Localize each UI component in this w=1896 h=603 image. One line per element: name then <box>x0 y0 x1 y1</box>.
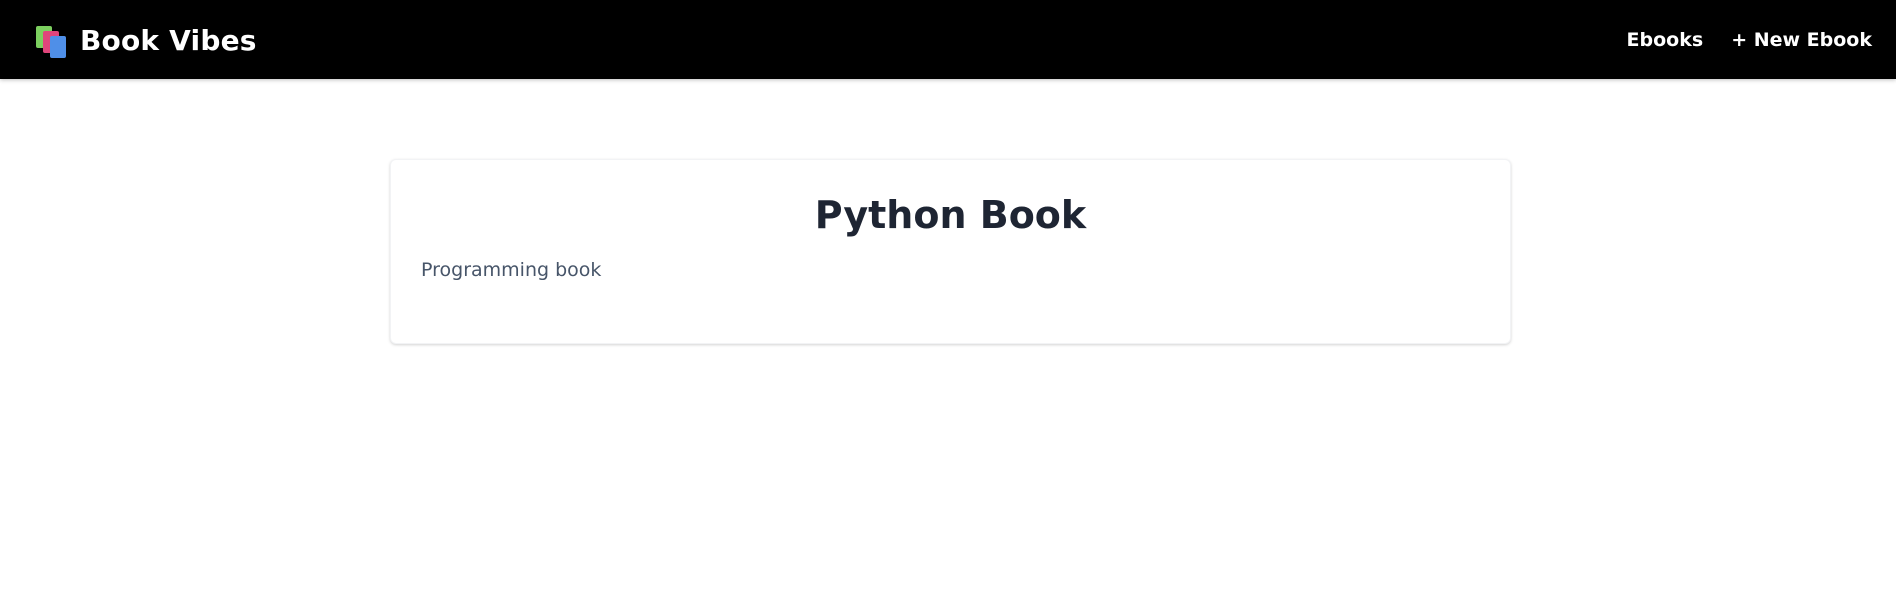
nav-link-new-ebook[interactable]: + New Ebook <box>1731 29 1872 51</box>
nav-links: Ebooks + New Ebook <box>1599 0 1872 79</box>
books-icon <box>34 24 68 58</box>
brand-name: Book Vibes <box>80 23 257 57</box>
brand-home-link[interactable]: Book Vibes <box>34 20 257 60</box>
top-navbar: Book Vibes Ebooks + New Ebook <box>0 0 1896 79</box>
ebook-title: Python Book <box>814 193 1087 237</box>
ebook-description: Programming book <box>421 259 602 281</box>
nav-link-ebooks[interactable]: Ebooks <box>1627 29 1704 51</box>
ebook-detail-card: Python Book Programming book <box>390 159 1511 344</box>
